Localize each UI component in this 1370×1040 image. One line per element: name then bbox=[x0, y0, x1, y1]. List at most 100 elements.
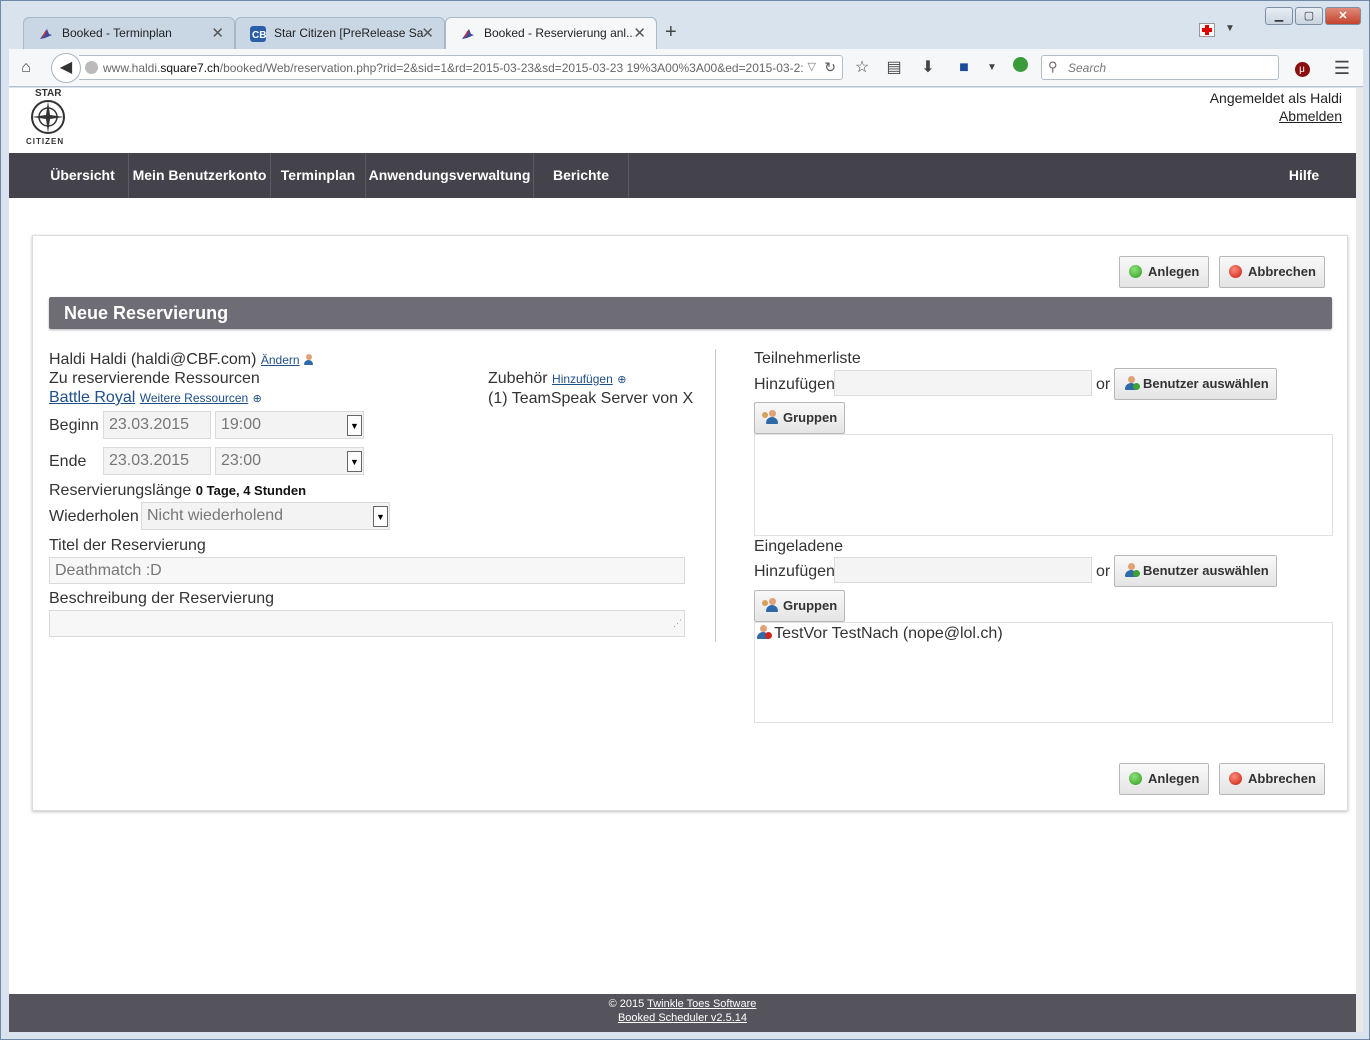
participants-add-input[interactable] bbox=[834, 370, 1092, 396]
booked-favicon-icon bbox=[462, 29, 474, 39]
create-button-bottom[interactable]: Anlegen bbox=[1119, 763, 1209, 795]
invitees-add-label: Hinzufügen bbox=[754, 563, 835, 580]
dropdown-arrow-icon[interactable]: ▼ bbox=[347, 451, 362, 472]
end-date-input[interactable]: 23.03.2015 bbox=[103, 447, 211, 475]
accessories-row: Zubehör Hinzufügen ⊕ bbox=[488, 370, 626, 388]
web-page: STAR CITIZEN Angemeldet als Haldi Abmeld… bbox=[9, 88, 1356, 1032]
change-owner-link[interactable]: Ändern bbox=[261, 353, 300, 367]
user-icon[interactable] bbox=[304, 354, 314, 366]
cancel-button-top[interactable]: Abbrechen bbox=[1219, 256, 1325, 288]
close-tab-icon[interactable]: ✕ bbox=[421, 24, 434, 42]
column-divider bbox=[715, 349, 716, 642]
save-icon[interactable]: ■ bbox=[953, 57, 975, 79]
scrollbar[interactable] bbox=[1356, 88, 1363, 1032]
search-input[interactable]: ⚲ Search bbox=[1041, 55, 1279, 80]
cb-favicon-icon: CB bbox=[250, 26, 266, 42]
invitees-list: TestVor TestNach (nope@lol.ch) bbox=[754, 622, 1333, 723]
tab-star-citizen[interactable]: CB Star Citizen [PreRelease Sa... ✕ bbox=[235, 17, 445, 49]
begin-time-select[interactable]: 19:00 ▼ bbox=[215, 411, 364, 439]
bookmark-star-icon[interactable]: ☆ bbox=[851, 57, 873, 79]
back-button[interactable]: ◀ bbox=[51, 53, 81, 83]
accessories-label: Zubehör bbox=[488, 370, 548, 387]
reservation-panel: Anlegen Abbrechen Neue Reservierung Hald… bbox=[32, 235, 1348, 811]
company-link[interactable]: Twinkle Toes Software bbox=[647, 998, 756, 1010]
accessory-item: (1) TeamSpeak Server von X bbox=[488, 390, 694, 407]
logged-in-text: Angemeldet als Haldi bbox=[1209, 90, 1342, 106]
dropdown-arrow-icon[interactable]: ▼ bbox=[373, 506, 388, 527]
title-input[interactable]: Deathmatch :D bbox=[49, 557, 685, 584]
url-dropdown-icon[interactable]: ▽ bbox=[808, 60, 816, 73]
nav-terminplan[interactable]: Terminplan bbox=[271, 153, 366, 198]
user-remove-icon[interactable] bbox=[756, 625, 772, 640]
participants-title: Teilnehmerliste bbox=[754, 350, 861, 367]
site-info-icon[interactable] bbox=[85, 61, 98, 74]
resource-battle-royal-link[interactable]: Battle Royal bbox=[49, 389, 135, 406]
add-accessory-link[interactable]: Hinzufügen bbox=[552, 372, 613, 386]
participants-select-users-button[interactable]: Benutzer auswählen bbox=[1114, 368, 1277, 400]
participants-add-label: Hinzufügen bbox=[754, 376, 835, 393]
reservation-length: Reservierungslänge 0 Tage, 4 Stunden bbox=[49, 482, 306, 500]
close-window-icon[interactable]: ✕ bbox=[1325, 7, 1361, 25]
logout-link[interactable]: Abmelden bbox=[1279, 108, 1342, 124]
save-menu-arrow-icon[interactable]: ▼ bbox=[981, 57, 1003, 79]
reservation-owner: Haldi Haldi (haldi@CBF.com) Ändern bbox=[49, 351, 314, 369]
section-title: Neue Reservierung bbox=[49, 297, 1332, 329]
resources-row: Battle Royal Weitere Ressourcen ⊕ bbox=[49, 389, 262, 407]
end-time-select[interactable]: 23:00 ▼ bbox=[215, 447, 364, 475]
url-text: www.haldi.square7.ch/booked/Web/reservat… bbox=[103, 61, 803, 75]
add-circle-icon[interactable]: ⊕ bbox=[253, 393, 262, 405]
footer-copyright: © 2015 Twinkle Toes Software bbox=[608, 998, 757, 1010]
tab-bar: Booked - Terminplan ✕ CB Star Citizen [P… bbox=[9, 17, 1363, 50]
tab-title: Booked - Terminplan bbox=[62, 26, 172, 40]
extension-icon[interactable] bbox=[1009, 57, 1031, 79]
version-link[interactable]: Booked Scheduler v2.5.14 bbox=[618, 1012, 747, 1024]
resize-handle-icon[interactable]: ⋰ bbox=[673, 610, 682, 636]
close-tab-icon[interactable]: ✕ bbox=[211, 24, 224, 42]
menu-icon[interactable]: ☰ bbox=[1331, 57, 1353, 79]
repeat-select[interactable]: Nicht wiederholend ▼ bbox=[141, 502, 390, 530]
nav-anwendungsverwaltung[interactable]: Anwendungsverwaltung bbox=[366, 153, 534, 198]
cancel-button-bottom[interactable]: Abbrechen bbox=[1219, 763, 1325, 795]
home-icon[interactable]: ⌂ bbox=[15, 57, 37, 79]
nav-berichte[interactable]: Berichte bbox=[534, 153, 629, 198]
invitees-select-users-button[interactable]: Benutzer auswählen bbox=[1114, 555, 1277, 587]
list-item: TestVor TestNach (nope@lol.ch) bbox=[756, 625, 1003, 643]
new-tab-icon[interactable]: + bbox=[665, 21, 677, 44]
close-tab-icon[interactable]: ✕ bbox=[633, 24, 646, 42]
tab-booked-terminplan[interactable]: Booked - Terminplan ✕ bbox=[23, 17, 235, 49]
resources-label: Zu reservierende Ressourcen bbox=[49, 370, 260, 387]
dropdown-arrow-icon[interactable]: ▼ bbox=[1225, 23, 1235, 34]
red-cross-icon[interactable] bbox=[1199, 23, 1215, 37]
description-textarea[interactable]: ⋰ bbox=[49, 610, 685, 637]
invitees-add-input[interactable] bbox=[834, 557, 1092, 583]
more-resources-link[interactable]: Weitere Ressourcen bbox=[140, 391, 249, 405]
length-value: 0 Tage, 4 Stunden bbox=[195, 483, 307, 498]
ublock-icon[interactable]: μ bbox=[1291, 57, 1313, 79]
invitees-title: Eingeladene bbox=[754, 538, 843, 555]
add-circle-icon[interactable]: ⊕ bbox=[617, 374, 626, 386]
group-icon bbox=[762, 598, 779, 613]
participants-groups-button[interactable]: Gruppen bbox=[754, 402, 845, 434]
participants-or: or bbox=[1096, 376, 1111, 393]
invitees-groups-button[interactable]: Gruppen bbox=[754, 590, 845, 622]
checkmark-icon bbox=[1129, 265, 1142, 278]
url-bar[interactable]: www.haldi.square7.ch/booked/Web/reservat… bbox=[79, 55, 843, 80]
page-footer: © 2015 Twinkle Toes Software Booked Sche… bbox=[9, 994, 1356, 1032]
title-label: Titel der Reservierung bbox=[49, 537, 206, 554]
reload-icon[interactable]: ↻ bbox=[824, 59, 836, 76]
nav-mein-benutzerkonto[interactable]: Mein Benutzerkonto bbox=[129, 153, 271, 198]
tab-booked-reservierung[interactable]: Booked - Reservierung anl... ✕ bbox=[445, 17, 657, 50]
nav-hilfe[interactable]: Hilfe bbox=[1271, 153, 1337, 198]
reading-list-icon[interactable]: ▤ bbox=[883, 57, 905, 79]
nav-uebersicht[interactable]: Übersicht bbox=[37, 153, 129, 198]
create-button-top[interactable]: Anlegen bbox=[1119, 256, 1209, 288]
description-label: Beschreibung der Reservierung bbox=[49, 590, 275, 607]
download-icon[interactable]: ⬇ bbox=[917, 57, 939, 79]
minimize-icon[interactable]: ▁ bbox=[1265, 7, 1293, 25]
maximize-icon[interactable]: ▢ bbox=[1295, 7, 1323, 25]
end-label: Ende bbox=[49, 453, 87, 470]
begin-date-input[interactable]: 23.03.2015 bbox=[103, 411, 211, 439]
dropdown-arrow-icon[interactable]: ▼ bbox=[347, 415, 362, 436]
login-status: Angemeldet als Haldi Abmelden bbox=[1210, 89, 1342, 125]
length-label: Reservierungslänge bbox=[49, 482, 192, 499]
